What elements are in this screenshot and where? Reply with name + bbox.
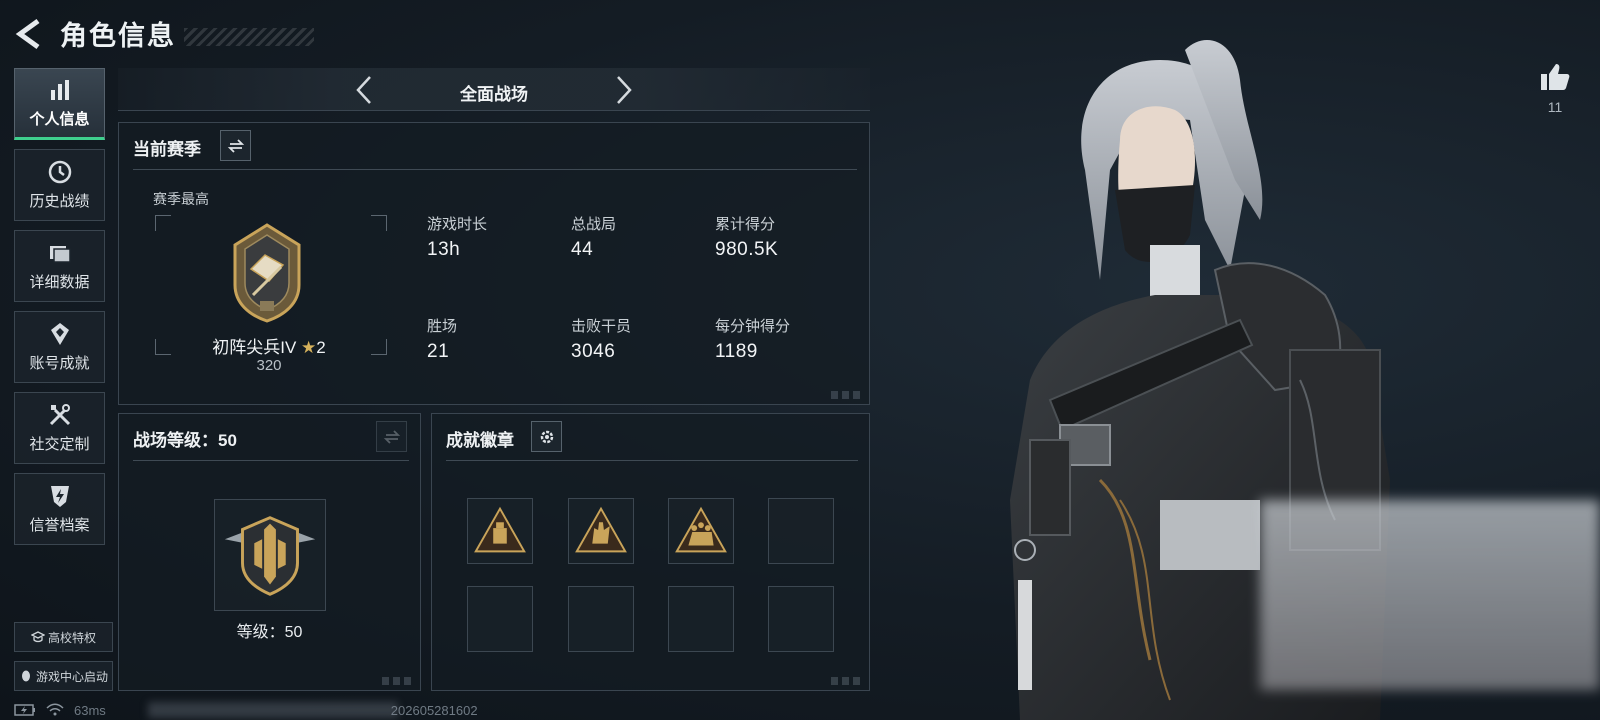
- battle-level-switch-button[interactable]: [376, 421, 407, 452]
- like-button[interactable]: 11: [1535, 62, 1575, 115]
- college-privilege-button[interactable]: 高校特权: [14, 622, 113, 652]
- ping-value: 63ms: [74, 702, 106, 718]
- frame-corner: [371, 215, 387, 231]
- squad-badge-icon: [675, 506, 727, 553]
- rank-emblem-icon: [233, 223, 301, 323]
- badge-slot[interactable]: [467, 498, 533, 564]
- battle-level-panel: 战场等级：50 等级：50: [118, 413, 421, 691]
- mode-selector: 全面战场: [118, 68, 870, 111]
- stat-label: 胜场: [427, 318, 458, 335]
- sidebar-item-details[interactable]: 详细数据: [14, 230, 105, 302]
- badge-slot[interactable]: [668, 498, 734, 564]
- sidebar-item-label: 详细数据: [29, 274, 90, 291]
- sidebar-item-label: 历史战绩: [29, 193, 90, 210]
- badge-slot-empty[interactable]: [768, 586, 834, 652]
- battle-level-emblem-frame: [214, 499, 326, 611]
- badge-slot[interactable]: [568, 498, 634, 564]
- stat-value: 44: [571, 239, 594, 260]
- rank-name-row: 初阵尖兵IV ★2: [199, 333, 339, 358]
- stat-label: 累计得分: [715, 216, 776, 233]
- like-count: 11: [1547, 99, 1563, 115]
- supply-badge-icon: [474, 506, 526, 553]
- divider: [133, 460, 409, 461]
- badge-slot-empty[interactable]: [568, 586, 634, 652]
- wifi-icon: [46, 703, 64, 716]
- next-mode-arrow-icon[interactable]: [612, 74, 636, 106]
- star-icon: ★: [301, 338, 317, 357]
- stat-value: 1189: [715, 341, 758, 362]
- frame-corner: [371, 339, 387, 355]
- frame-corner: [155, 215, 171, 231]
- sidebar-item-label: 账号成就: [29, 355, 90, 372]
- stat-value: 980.5K: [715, 239, 779, 260]
- redacted-area: [148, 702, 398, 718]
- divider: [133, 169, 857, 170]
- game-center-launch-button[interactable]: 游戏中心启动: [14, 661, 113, 691]
- season-best-label: 赛季最高: [153, 191, 209, 207]
- swap-icon: [383, 429, 400, 444]
- folder-icon: [49, 246, 71, 263]
- qq-penguin-icon: [21, 670, 30, 682]
- rank-stars: 2: [316, 338, 326, 357]
- season-title: 当前赛季: [133, 140, 201, 159]
- battle-level-title: 战场等级：50: [133, 431, 237, 450]
- badges-title: 成就徽章: [446, 431, 514, 450]
- game-center-launch-label: 游戏中心启动: [35, 669, 108, 684]
- corner-decoration: [831, 391, 863, 399]
- college-privilege-label: 高校特权: [47, 630, 96, 645]
- frame-corner: [155, 339, 171, 355]
- graduation-cap-icon: [30, 631, 45, 643]
- sidebar-item-history[interactable]: 历史战绩: [14, 149, 105, 221]
- sidebar-item-label: 个人信息: [29, 111, 90, 128]
- badge-slot-empty[interactable]: [768, 498, 834, 564]
- page-title: 角色信息: [60, 21, 176, 51]
- shield-bolt-icon: [50, 486, 69, 507]
- stat-value: 13h: [427, 239, 461, 260]
- sidebar-item-social[interactable]: 社交定制: [14, 392, 105, 464]
- stat-label: 总战局: [571, 216, 617, 233]
- achievement-icon: [50, 323, 69, 345]
- corner-decoration: [382, 677, 414, 685]
- sidebar-item-label: 社交定制: [29, 436, 90, 453]
- thumbs-up-icon: [1541, 64, 1570, 90]
- rank-name: 初阵尖兵IV: [212, 338, 297, 357]
- battle-level-emblem-icon: [224, 516, 316, 596]
- season-panel: 当前赛季 赛季最高 初阵尖兵IV ★2 320 游戏时长 13h 总战局 44 …: [118, 122, 870, 405]
- badge-slot-empty[interactable]: [467, 586, 533, 652]
- redacted-overlay: [1260, 500, 1600, 690]
- rank-points: 320: [256, 357, 282, 374]
- sidebar: 个人信息 历史战绩 详细数据 账号成就 社交定制 信誉档案: [14, 68, 106, 554]
- sidebar-item-personal-info[interactable]: 个人信息: [14, 68, 105, 140]
- sidebar-item-label: 信誉档案: [29, 517, 90, 534]
- back-arrow-icon[interactable]: [14, 17, 46, 51]
- corner-decoration: [831, 677, 863, 685]
- title-decoration: [184, 27, 314, 46]
- tools-icon: [49, 404, 70, 426]
- sidebar-item-achievements[interactable]: 账号成就: [14, 311, 105, 383]
- swap-icon: [227, 138, 244, 153]
- badge-slot-empty[interactable]: [668, 586, 734, 652]
- battle-level-text: 等级：50: [236, 624, 303, 641]
- stat-value: 3046: [571, 341, 616, 362]
- page-header: 角色信息: [14, 14, 314, 53]
- gear-icon: [540, 430, 553, 443]
- stat-label: 游戏时长: [427, 216, 488, 233]
- stat-value: 21: [427, 341, 450, 362]
- season-switch-button[interactable]: [220, 130, 251, 161]
- mode-title: 全面战场: [460, 85, 528, 104]
- history-clock-icon: [48, 160, 71, 184]
- stat-label: 击败干员: [571, 318, 632, 335]
- bar-chart-icon: [50, 80, 69, 100]
- badges-panel: 成就徽章: [431, 413, 870, 691]
- divider: [446, 460, 858, 461]
- battery-icon: [14, 704, 35, 716]
- hand-sign-badge-icon: [575, 506, 627, 553]
- stat-label: 每分钟得分: [715, 318, 791, 335]
- badges-settings-button[interactable]: [531, 421, 562, 452]
- sidebar-item-reputation[interactable]: 信誉档案: [14, 473, 105, 545]
- build-number: 202605281602: [390, 702, 478, 718]
